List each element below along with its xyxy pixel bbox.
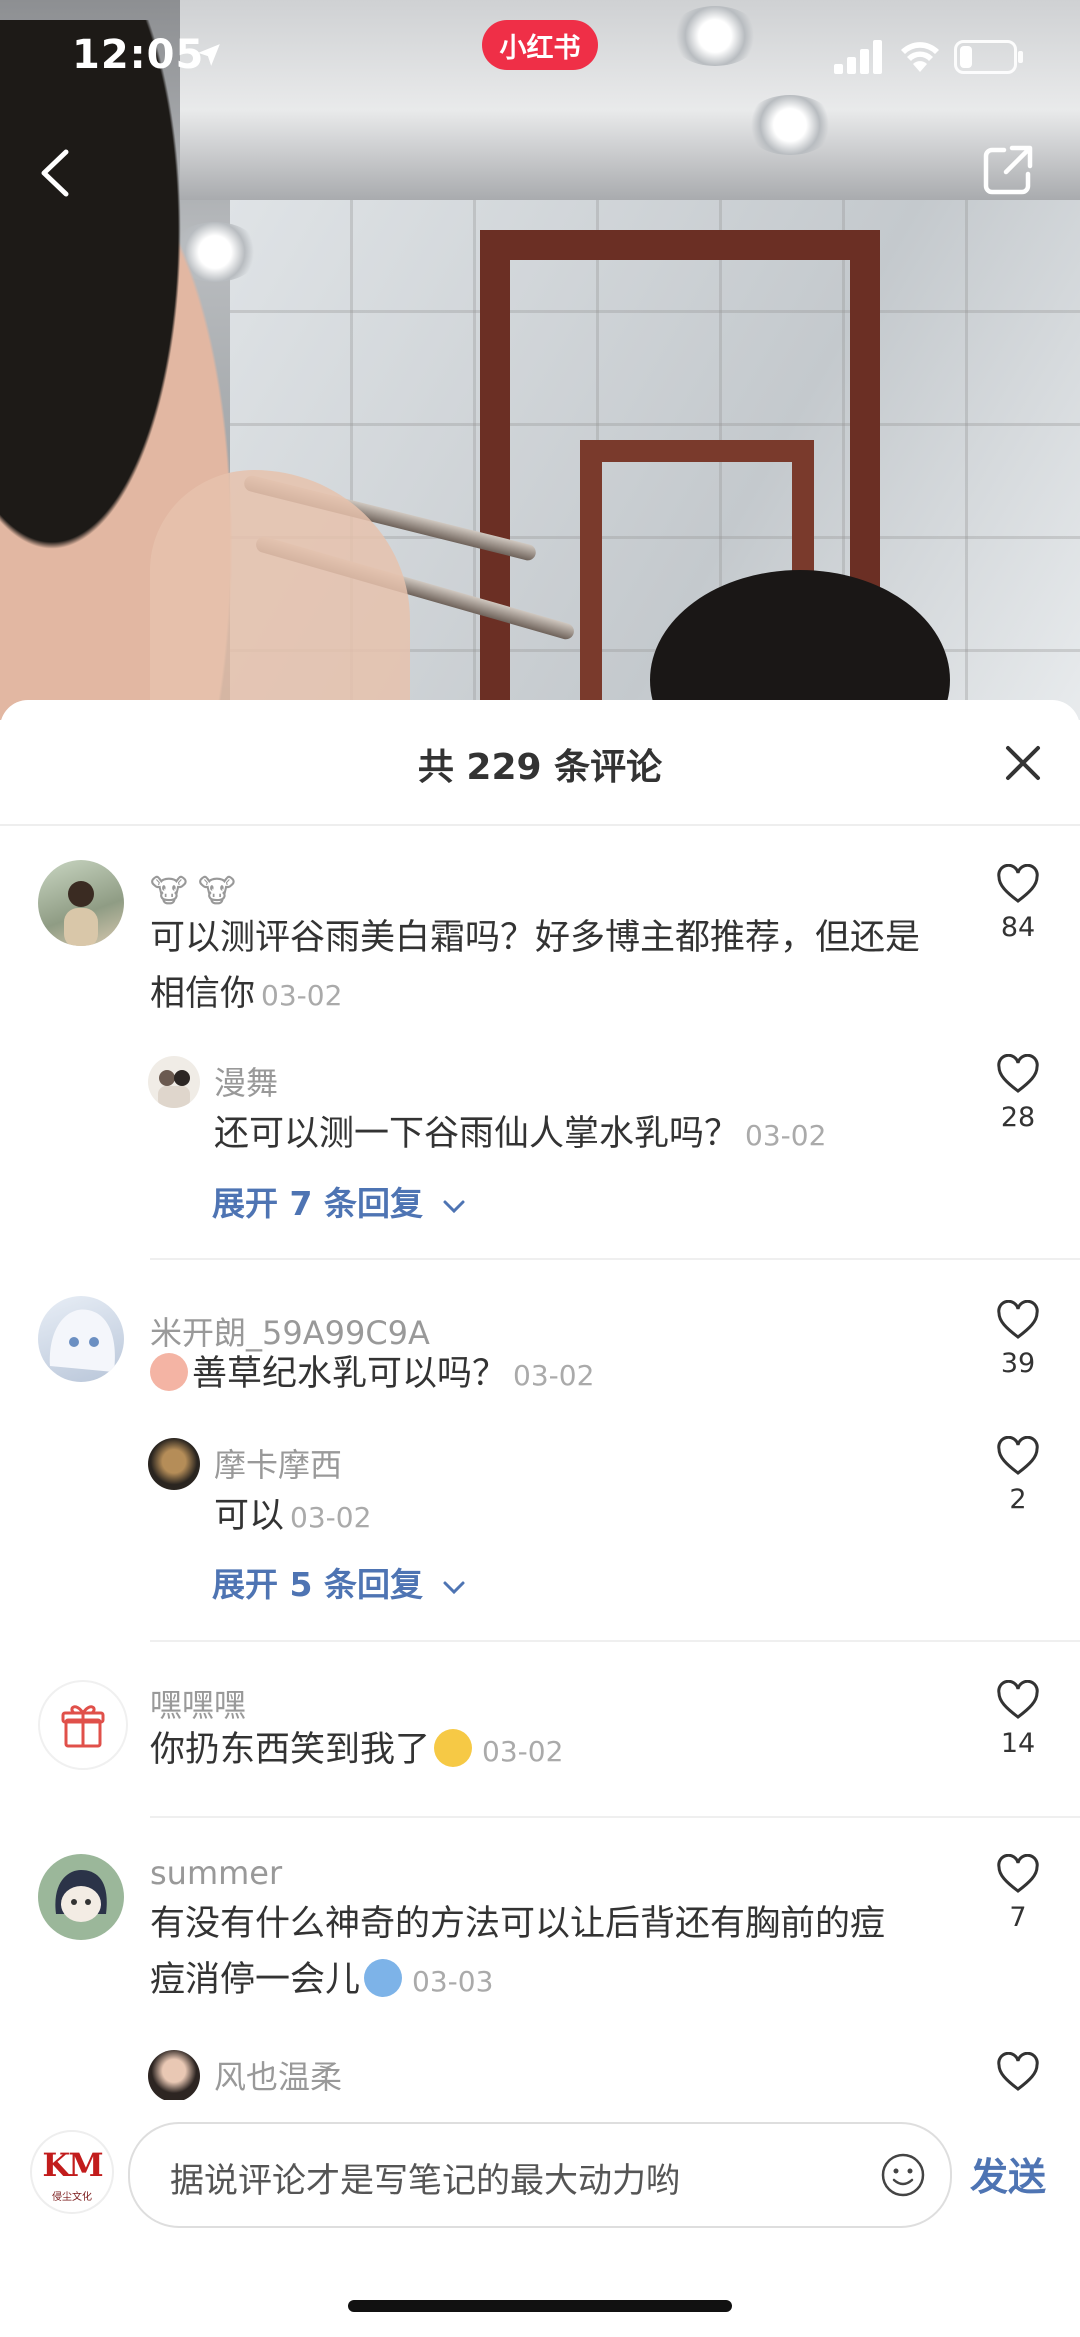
battery-icon (954, 40, 1023, 74)
comment-item: 🐮 🐮 可以测评谷雨美白霜吗？好多博主都推荐，但还是相信你 03-02 84 漫舞… (0, 860, 1080, 1170)
comment-text: 可以测评谷雨美白霜吗？好多博主都推荐，但还是相信你 03-02 (150, 910, 940, 1024)
divider (150, 1640, 1080, 1642)
like-count: 39 (1000, 1348, 1036, 1379)
cellular-signal-icon (834, 40, 882, 74)
avatar-logo-subtext: 侵尘文化 (52, 2192, 92, 2203)
like-count: 7 (1009, 1902, 1027, 1933)
reply-text: 还可以测一下谷雨仙人掌水乳吗？ 03-02 (214, 1106, 914, 1164)
laughing-emoji-icon (434, 1729, 473, 1767)
wifi-icon (901, 42, 939, 72)
comment-input[interactable]: 据说评论才是写笔记的最大动力哟 (128, 2122, 952, 2228)
avatar[interactable] (38, 1854, 124, 1940)
status-time: 12:05 (72, 32, 205, 78)
crying-emoji-icon (364, 1959, 403, 1997)
close-icon[interactable] (1004, 744, 1042, 782)
back-icon[interactable] (34, 148, 80, 198)
share-icon[interactable] (980, 142, 1036, 198)
home-indicator[interactable] (348, 2300, 732, 2312)
like-button[interactable]: 28 (990, 1054, 1046, 1133)
like-count: 84 (1000, 912, 1036, 943)
expand-replies-button[interactable]: 展开 7 条回复 (212, 1177, 466, 1225)
like-count: 2 (1009, 1484, 1027, 1515)
chevron-down-icon (443, 1200, 465, 1214)
current-user-avatar[interactable]: KM 侵尘文化 (30, 2130, 114, 2214)
reply-date: 03-02 (745, 1119, 827, 1152)
reply-avatar[interactable] (148, 1438, 200, 1490)
avatar-logo-text: KM (42, 2146, 103, 2184)
heart-icon (997, 1854, 1039, 1893)
heart-icon (997, 864, 1039, 903)
reply-date: 03-02 (290, 1501, 372, 1534)
comment-item: 米开朗_59A99C9A 善草纪水乳可以吗？ 03-02 39 摩卡摩西 可以 03… (0, 1296, 1080, 1596)
reply-author[interactable]: 风也温柔 (214, 2052, 342, 2098)
emoji-picker-icon[interactable] (880, 2152, 926, 2198)
brand-badge: 小红书 (482, 20, 598, 70)
avatar-couple-icon (158, 1070, 190, 1108)
location-arrow-icon (198, 44, 220, 66)
avatar-anime-icon (49, 1309, 115, 1372)
avatar[interactable] (38, 1296, 124, 1382)
comment-sheet: 共 229 条评论 🐮 🐮 可以测评谷雨美白霜吗？好多博主都推荐，但还是相信你 0… (0, 700, 1080, 2337)
sheet-header: 共 229 条评论 (0, 700, 1080, 826)
like-button[interactable] (990, 2052, 1046, 2092)
comment-text: 你扔东西笑到我了 03-02 (150, 1722, 940, 1780)
expand-replies-button[interactable]: 展开 5 条回复 (212, 1558, 466, 1606)
comment-input-placeholder: 据说评论才是写笔记的最大动力哟 (170, 2161, 680, 2201)
like-count: 14 (1000, 1728, 1036, 1759)
reply-body: 可以 (214, 1496, 285, 1536)
avatar[interactable] (38, 1680, 128, 1770)
comment-date: 03-02 (261, 979, 343, 1012)
comment-body: 善草纪水乳可以吗？ (192, 1354, 508, 1394)
comment-body: 你扔东西笑到我了 (150, 1730, 431, 1770)
comment-author[interactable]: summer (150, 1854, 282, 1892)
comment-date: 03-03 (412, 1965, 494, 1998)
chevron-down-icon (443, 1581, 465, 1595)
comment-author[interactable]: 嘿嘿嘿 (150, 1680, 246, 1726)
gift-icon (61, 1705, 105, 1748)
avatar-person-icon (64, 881, 98, 946)
comment-item: summer 有没有什么神奇的方法可以让后背还有胸前的痘 痘消停一会儿 03-03… (0, 1854, 1080, 2114)
like-button[interactable]: 14 (990, 1680, 1046, 1759)
heart-icon (997, 1054, 1039, 1093)
reply-text: 可以 03-02 (214, 1488, 914, 1546)
divider (150, 1816, 1080, 1818)
reply-author[interactable]: 摩卡摩西 (214, 1440, 342, 1486)
expand-replies-label: 展开 5 条回复 (212, 1565, 423, 1604)
comment-text: 有没有什么神奇的方法可以让后背还有胸前的痘 痘消停一会儿 03-03 (150, 1896, 940, 2010)
avatar[interactable] (38, 860, 124, 946)
comment-date: 03-02 (513, 1359, 595, 1392)
heart-icon (997, 2052, 1039, 2091)
reply-avatar[interactable] (148, 1056, 200, 1108)
like-count: 28 (1000, 1102, 1036, 1133)
status-bar: 12:05 小红书 (0, 0, 1080, 120)
comment-count-title: 共 229 条评论 (417, 747, 663, 788)
like-button[interactable]: 84 (990, 864, 1046, 943)
reply-avatar[interactable] (148, 2050, 200, 2102)
reply-body: 还可以测一下谷雨仙人掌水乳吗？ (214, 1114, 740, 1154)
heart-icon (997, 1680, 1039, 1719)
reply-author[interactable]: 漫舞 (214, 1058, 278, 1104)
heart-icon (997, 1300, 1039, 1339)
comment-text: 善草纪水乳可以吗？ 03-02 (150, 1346, 940, 1404)
emoji-icon (150, 1353, 188, 1391)
comment-item: 嘿嘿嘿 你扔东西笑到我了 03-02 14 (0, 1680, 1080, 1820)
like-button[interactable]: 39 (990, 1300, 1046, 1379)
send-button[interactable]: 发送 (970, 2146, 1046, 2201)
like-button[interactable]: 2 (990, 1436, 1046, 1515)
comment-author[interactable]: 🐮 🐮 (150, 872, 236, 910)
comment-body-line2: 痘消停一会儿 (150, 1960, 361, 2000)
like-button[interactable]: 7 (990, 1854, 1046, 1933)
comment-body-line1: 有没有什么神奇的方法可以让后背还有胸前的痘 (150, 1904, 886, 1944)
expand-replies-label: 展开 7 条回复 (212, 1184, 423, 1223)
divider (150, 1258, 1080, 1260)
heart-icon (997, 1436, 1039, 1475)
comment-date: 03-02 (482, 1735, 564, 1768)
avatar-cartoon-icon (55, 1870, 107, 1922)
